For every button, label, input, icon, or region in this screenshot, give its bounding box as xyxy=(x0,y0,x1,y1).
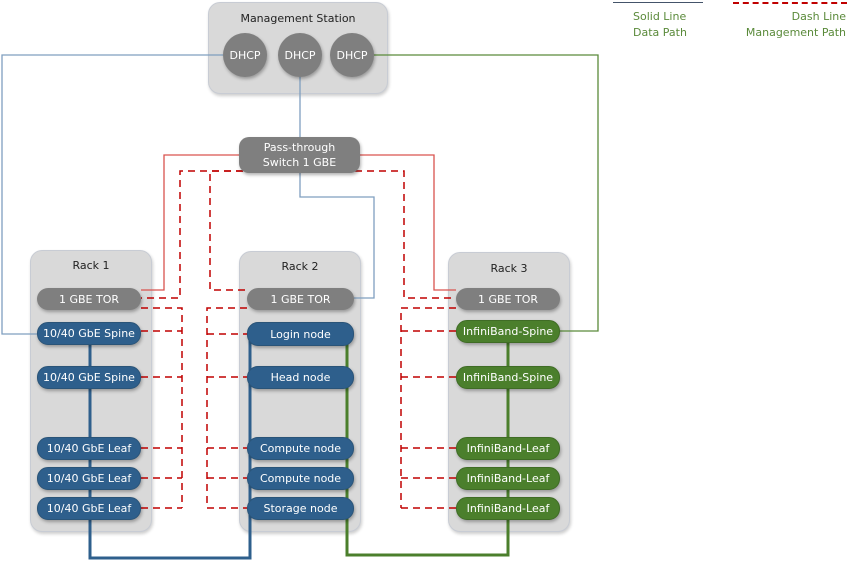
mgmt-solid-switch-tor1 xyxy=(141,154,239,291)
mgmt-dash-switch-tor2 xyxy=(209,170,247,291)
tor-switch[interactable]: 1 GBE TOR xyxy=(456,288,560,310)
mgmt-dash-rack3-branches xyxy=(401,330,456,509)
mgmt-dash-switch-tor1 xyxy=(141,170,243,299)
dhcp-server[interactable]: DHCP xyxy=(278,33,322,77)
compute-node[interactable]: Compute node xyxy=(247,467,354,490)
tor-switch[interactable]: 1 GBE TOR xyxy=(37,288,141,310)
mgmt-dash-rack2-branches xyxy=(207,333,247,509)
ethernet-spine[interactable]: 10/40 GbE Spine xyxy=(37,366,141,389)
dhcp-server[interactable]: DHCP xyxy=(223,33,267,77)
login-node[interactable]: Login node xyxy=(247,322,354,346)
mgmt-dash-switch-tor3 xyxy=(355,170,456,299)
mgmt-dash-rack1-branches xyxy=(141,330,182,509)
head-node[interactable]: Head node xyxy=(247,366,354,389)
infiniband-spine[interactable]: InfiniBand-Spine xyxy=(456,366,560,389)
ethernet-spine[interactable]: 10/40 GbE Spine xyxy=(37,322,141,345)
tor-switch[interactable]: 1 GBE TOR xyxy=(247,288,354,310)
pass-through-switch[interactable]: Pass-through Switch 1 GBE xyxy=(239,137,360,173)
switch-label-line2: Switch 1 GBE xyxy=(262,156,337,169)
ethernet-leaf[interactable]: 10/40 GbE Leaf xyxy=(37,437,141,460)
infiniband-leaf[interactable]: InfiniBand-Leaf xyxy=(456,437,560,460)
compute-node[interactable]: Compute node xyxy=(247,437,354,460)
infiniband-spine[interactable]: InfiniBand-Spine xyxy=(456,320,560,343)
dhcp-server[interactable]: DHCP xyxy=(330,33,374,77)
storage-node[interactable]: Storage node xyxy=(247,497,354,520)
ethernet-leaf[interactable]: 10/40 GbE Leaf xyxy=(37,467,141,490)
ethernet-leaf[interactable]: 10/40 GbE Leaf xyxy=(37,497,141,520)
infiniband-leaf[interactable]: InfiniBand-Leaf xyxy=(456,497,560,520)
switch-label-line1: Pass-through xyxy=(263,141,336,154)
infiniband-leaf[interactable]: InfiniBand-Leaf xyxy=(456,467,560,490)
data-path-switch-tor2 xyxy=(299,172,375,299)
